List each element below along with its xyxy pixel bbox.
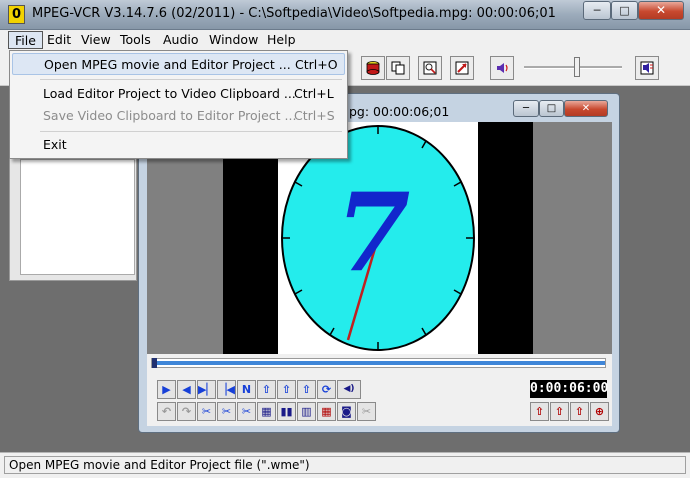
video-body: 7 ▶ ◀ ▶▏ ▕◀ N ⇧ ⇧ ⇧ ⟳ ◀) ↶ ↷ ✂ ✂ ✂ ▦ ▮▮ …: [147, 122, 612, 426]
toolbar-preview-button[interactable]: [418, 56, 442, 80]
app-icon[interactable]: 0: [8, 5, 25, 24]
menu-audio[interactable]: Audio: [157, 31, 205, 49]
toolbar-database-button[interactable]: [361, 56, 385, 80]
redo-button[interactable]: ↷: [177, 402, 196, 421]
seek-fill: [152, 361, 605, 365]
clock-digit: 7: [335, 170, 410, 296]
mark-b-button[interactable]: ⇧: [550, 402, 569, 421]
trim-button[interactable]: ✂: [357, 402, 376, 421]
video-minimize-button[interactable]: ─: [513, 100, 539, 117]
menu-item-save-shortcut: Ctrl+S: [294, 108, 335, 123]
video-window-title: pg: 00:00:06;01: [349, 104, 450, 119]
video-maximize-button[interactable]: □: [539, 100, 564, 117]
toolbar-copy-button[interactable]: [386, 56, 410, 80]
minimize-button[interactable]: ─: [583, 1, 611, 20]
menu-item-exit-label: Exit: [43, 137, 67, 152]
goto-mark-button[interactable]: ⇧: [297, 380, 316, 399]
window-title: MPEG-VCR V3.14.7.6 (02/2011) - C:\Softpe…: [32, 6, 556, 21]
menu-item-open-shortcut: Ctrl+O: [295, 57, 338, 72]
cut-start-button[interactable]: ✂: [197, 402, 216, 421]
add-mark-button[interactable]: ⊕: [590, 402, 609, 421]
toolbar-export-button[interactable]: [450, 56, 474, 80]
normal-speed-button[interactable]: N: [237, 380, 256, 399]
menu-separator: [40, 79, 342, 80]
menu-help[interactable]: Help: [261, 31, 302, 49]
next-frame-button[interactable]: ▶▏: [197, 380, 216, 399]
audio-toggle-button[interactable]: ◀): [337, 380, 361, 399]
status-text: Open MPEG movie and Editor Project file …: [4, 456, 686, 474]
copy-icon: [391, 61, 405, 75]
undo-button[interactable]: ↶: [157, 402, 176, 421]
mark-a-button[interactable]: ⇧: [530, 402, 549, 421]
loop-button[interactable]: ⟳: [317, 380, 336, 399]
menu-item-load-shortcut: Ctrl+L: [294, 86, 334, 101]
mark-c-button[interactable]: ⇧: [570, 402, 589, 421]
save-clip-button[interactable]: ▦: [317, 402, 336, 421]
seek-bar[interactable]: [151, 358, 606, 368]
video-close-button[interactable]: ✕: [564, 100, 608, 117]
menu-tools[interactable]: Tools: [114, 31, 157, 49]
preview-icon: [423, 61, 437, 75]
toolbar-settings-button[interactable]: [635, 56, 659, 80]
volume-slider-track[interactable]: [524, 66, 622, 69]
settings-icon: [640, 61, 654, 75]
database-icon: [366, 61, 380, 75]
project-list[interactable]: [20, 159, 135, 275]
status-bar: Open MPEG movie and Editor Project file …: [0, 452, 690, 478]
seek-thumb[interactable]: [152, 358, 157, 368]
export-icon: [455, 61, 469, 75]
clipboard-button[interactable]: ▦: [257, 402, 276, 421]
menu-item-load-label: Load Editor Project to Video Clipboard .…: [43, 86, 296, 101]
snapshot-button[interactable]: ◙: [337, 402, 356, 421]
menu-separator: [40, 131, 342, 132]
menu-item-open-label: Open MPEG movie and Editor Project ...: [44, 57, 291, 72]
file-menu-dropdown: Open MPEG movie and Editor Project ... C…: [9, 50, 348, 159]
play-button[interactable]: ▶: [157, 380, 176, 399]
cut-selection-button[interactable]: ✂: [237, 402, 256, 421]
menu-item-open[interactable]: Open MPEG movie and Editor Project ... C…: [12, 53, 345, 75]
menu-item-save-label: Save Video Clipboard to Editor Project .…: [43, 108, 297, 123]
prev-frame-button[interactable]: ▕◀: [217, 380, 236, 399]
speaker-icon: [497, 63, 508, 73]
timecode-display: 0:00:06:00: [530, 380, 609, 398]
menu-window[interactable]: Window: [203, 31, 264, 49]
menu-item-exit[interactable]: Exit: [12, 134, 345, 156]
mark-in-button[interactable]: ⇧: [257, 380, 276, 399]
title-bar: 0 MPEG-VCR V3.14.7.6 (02/2011) - C:\Soft…: [0, 0, 690, 30]
menu-file[interactable]: File: [8, 31, 43, 49]
menu-item-load[interactable]: Load Editor Project to Video Clipboard .…: [12, 83, 345, 105]
menu-edit[interactable]: Edit: [41, 31, 77, 49]
menu-view[interactable]: View: [75, 31, 117, 49]
menu-item-save: Save Video Clipboard to Editor Project .…: [12, 105, 345, 127]
maximize-button[interactable]: □: [611, 1, 638, 20]
split-button[interactable]: ▮▮: [277, 402, 296, 421]
mark-out-button[interactable]: ⇧: [277, 380, 296, 399]
toolbar-audio-button[interactable]: [490, 56, 514, 80]
menu-bar: File Edit View Tools Audio Window Help: [0, 30, 690, 50]
cut-end-button[interactable]: ✂: [217, 402, 236, 421]
paste-button[interactable]: ▥: [297, 402, 316, 421]
close-button[interactable]: ✕: [638, 1, 684, 20]
step-back-button[interactable]: ◀: [177, 380, 196, 399]
volume-slider-thumb[interactable]: [574, 57, 580, 77]
